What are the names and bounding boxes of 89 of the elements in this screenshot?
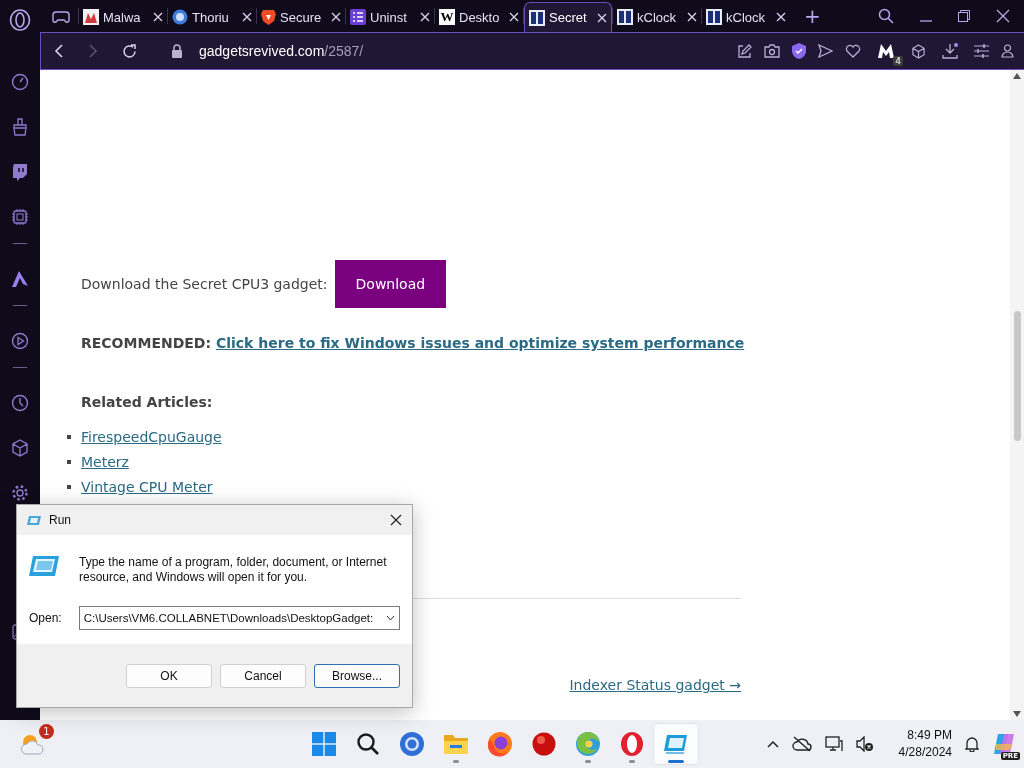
play-icon[interactable] — [11, 332, 29, 350]
meter-icon — [617, 9, 633, 25]
scrollbar[interactable] — [1010, 70, 1024, 720]
run-icon — [27, 514, 41, 526]
related-article-link[interactable]: Vintage CPU Meter — [81, 479, 213, 495]
sliders-icon[interactable] — [974, 44, 989, 58]
browser-tab[interactable]: kClock — [613, 2, 701, 32]
dialog-button[interactable]: OK — [126, 663, 212, 688]
broom-icon[interactable] — [11, 118, 29, 136]
scroll-down-icon[interactable] — [1013, 711, 1021, 717]
firefox-icon — [487, 731, 513, 757]
browser-tab[interactable]: kClock — [702, 2, 790, 32]
cube-icon[interactable] — [11, 439, 29, 457]
related-article-link[interactable]: Meterz — [81, 454, 129, 470]
monitor-icon[interactable] — [824, 736, 843, 752]
speedometer-icon[interactable] — [11, 73, 29, 91]
edit-icon[interactable] — [737, 43, 752, 59]
chat-icon[interactable] — [11, 163, 29, 181]
download-button[interactable]: Download — [334, 260, 447, 308]
dialog-button[interactable]: Browse... — [314, 663, 400, 688]
browser-tab[interactable]: Uninst — [346, 2, 434, 32]
edge-icon — [575, 731, 601, 757]
tab-favicon-icon — [83, 9, 99, 25]
clock-time[interactable]: 8:49 PM — [907, 727, 952, 744]
folder-icon — [443, 733, 469, 755]
windows-logo-icon — [312, 732, 336, 756]
lock-icon[interactable] — [171, 44, 183, 58]
send-icon[interactable] — [818, 44, 833, 58]
bell-icon[interactable] — [965, 736, 979, 752]
open-combobox[interactable]: C:\Users\VM6.COLLABNET\Downloads\DesktopGadget: — [78, 606, 400, 630]
heart-icon[interactable] — [845, 44, 861, 58]
browser-tab[interactable]: Secret — [524, 2, 612, 32]
new-tab-button[interactable]: + — [804, 6, 821, 26]
download-icon[interactable] — [942, 43, 958, 59]
cube-icon[interactable] — [911, 43, 926, 59]
shield-icon — [261, 9, 276, 25]
chevron-up-icon[interactable] — [766, 740, 779, 748]
close-icon[interactable] — [390, 514, 402, 526]
clock-icon[interactable] — [11, 394, 29, 412]
browser-icon — [399, 731, 425, 757]
profile-icon[interactable] — [1001, 44, 1014, 58]
fix-windows-link[interactable]: Click here to fix Windows issues and optimize system performance — [215, 335, 745, 351]
camera-icon[interactable] — [764, 44, 780, 58]
browser-tab[interactable]: W Deskto — [435, 2, 523, 32]
gamepad-icon — [52, 10, 70, 24]
globe-icon — [172, 9, 188, 25]
recommended-label: RECOMMENDED: — [81, 335, 212, 351]
search-icon[interactable] — [878, 8, 894, 24]
search-icon — [356, 732, 380, 756]
next-article-link[interactable]: Indexer Status gadget → — [569, 677, 741, 693]
ball-icon — [531, 731, 557, 757]
extension-logo-icon[interactable] — [877, 43, 895, 59]
dialog-description: Type the name of a program, folder, document, or Internet resource, and Windows will open it for you. — [79, 555, 388, 585]
chip-icon[interactable] — [11, 208, 29, 226]
run-icon — [29, 555, 59, 577]
browser-tab[interactable]: Secure — [257, 2, 345, 32]
scrollbar-thumb[interactable] — [1013, 311, 1021, 441]
related-article-link[interactable]: FirespeedCpuGauge — [81, 429, 222, 445]
run-icon — [663, 733, 689, 755]
cloud-off-icon[interactable] — [791, 736, 812, 752]
copilot-icon[interactable] — [992, 732, 1016, 756]
list-icon — [350, 9, 366, 25]
meter-icon — [529, 9, 545, 26]
speaker-muted-icon[interactable] — [855, 736, 874, 752]
opera-logo-icon[interactable] — [9, 9, 31, 31]
dialog-button[interactable]: Cancel — [220, 663, 306, 688]
settings-icon[interactable] — [11, 484, 29, 502]
dialog-title: Run — [49, 513, 71, 527]
restore-icon[interactable] — [958, 10, 970, 22]
count-badge: 4 — [893, 56, 903, 66]
address-field[interactable]: gadgetsrevived.com/2587/ — [199, 43, 364, 59]
related-heading: Related Articles: — [81, 394, 214, 410]
weather-icon[interactable] — [20, 732, 46, 756]
open-label: Open: — [29, 611, 62, 625]
opera-icon — [620, 731, 644, 757]
triangle-logo-icon[interactable] — [11, 270, 29, 288]
notification-badge: 1 — [39, 724, 54, 739]
back-icon[interactable] — [54, 44, 64, 58]
reload-icon[interactable] — [122, 43, 137, 59]
scroll-up-icon[interactable] — [1013, 73, 1021, 79]
browser-tab[interactable]: Thoriu — [168, 2, 256, 32]
close-icon[interactable] — [996, 9, 1010, 23]
browser-tab[interactable]: Malwa — [79, 2, 167, 32]
dropdown-caret-icon[interactable] — [386, 615, 395, 621]
clock-date[interactable]: 4/28/2024 — [898, 744, 952, 761]
meter-icon — [706, 9, 722, 25]
tab-favicon-icon: W — [439, 9, 455, 25]
shield-icon[interactable] — [792, 43, 806, 59]
download-label: Download the Secret CPU3 gadget: — [81, 276, 328, 292]
